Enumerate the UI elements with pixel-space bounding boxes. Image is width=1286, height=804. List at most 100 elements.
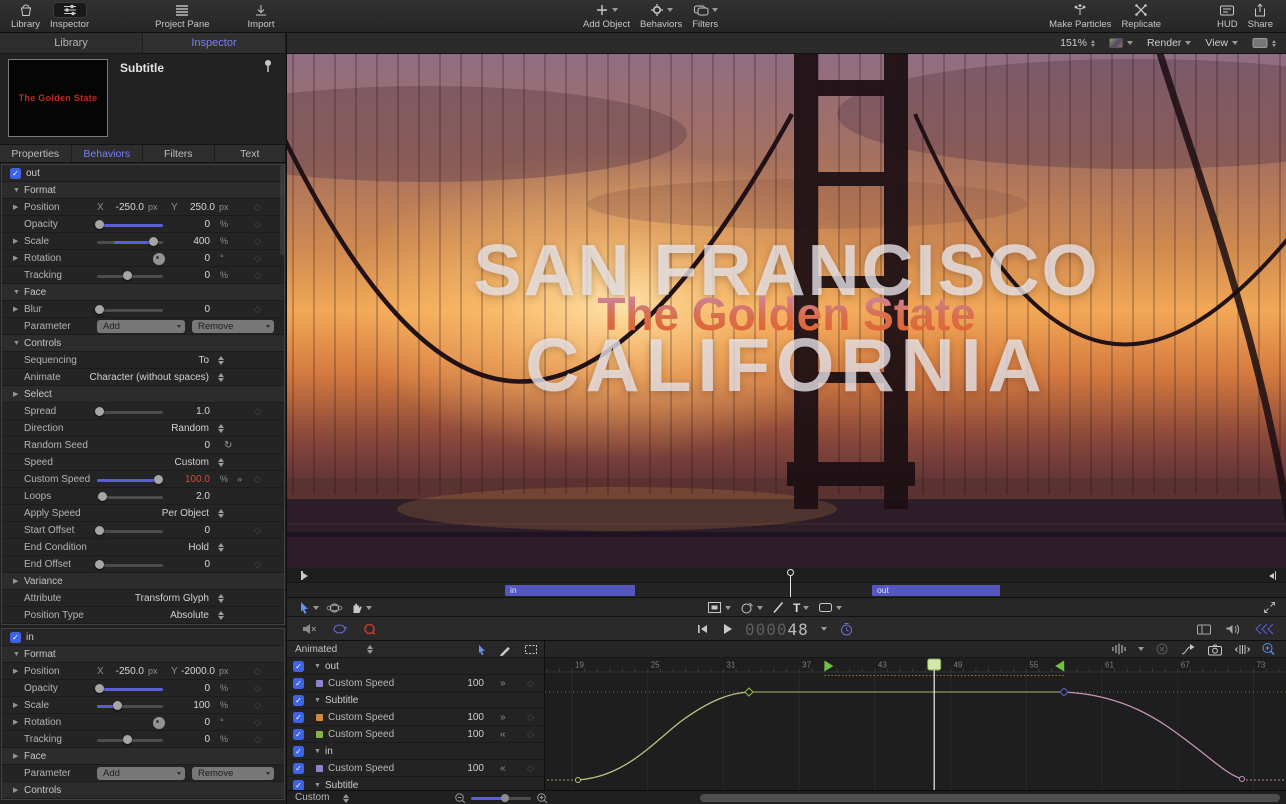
keyframe-diamond-icon[interactable]: ◇ (254, 471, 261, 488)
popup-value[interactable]: Random (171, 420, 209, 437)
pan-tool[interactable] (350, 601, 372, 614)
loop-playback-icon[interactable] (331, 622, 348, 636)
disclosure-triangle-icon[interactable]: ▶ (13, 714, 18, 731)
curve-value[interactable]: 100 (452, 726, 484, 743)
inspector-tab-behaviors[interactable]: Behaviors (72, 145, 144, 162)
behavior-bar-in[interactable]: in (505, 585, 635, 596)
show-audio-waveform-icon[interactable] (1111, 642, 1127, 656)
param-slider[interactable] (97, 705, 163, 708)
keyframe-diamond-icon[interactable]: ◇ (527, 675, 534, 692)
timeline-pane-icon[interactable] (1196, 623, 1212, 636)
keyframe-nav-icon[interactable]: « (500, 760, 506, 777)
slider-thumb[interactable] (98, 492, 107, 501)
disclosure-triangle-icon[interactable]: ▶ (13, 301, 18, 318)
mute-audio-icon[interactable] (301, 622, 317, 636)
disclosure-triangle-icon[interactable]: ▼ (13, 335, 20, 352)
disclosure-triangle-icon[interactable]: ▶ (13, 748, 18, 765)
camera-snapshot-icon[interactable] (1207, 643, 1223, 656)
rotation-dial[interactable] (153, 253, 165, 265)
curve-value[interactable]: 100 (452, 760, 484, 777)
disclosure-triangle-icon[interactable]: ▼ (13, 182, 20, 199)
canvas-viewport[interactable]: SAN FRANCISCO CALIFORNIA The Golden Stat… (287, 54, 1286, 568)
keyframe-curve-graph[interactable]: 19253137434955616773 (545, 658, 1286, 790)
frame-tool[interactable] (707, 601, 731, 614)
disclosure-triangle-icon[interactable]: ▼ (314, 743, 321, 760)
param-value[interactable]: 0 (204, 556, 210, 573)
curve-checkbox[interactable]: ✓ (293, 763, 304, 774)
view-menu[interactable]: View (1205, 37, 1238, 49)
y-value[interactable]: -2000.0 (173, 663, 215, 680)
keyframe-diamond-icon[interactable]: ◇ (254, 714, 261, 731)
curve-checkbox[interactable]: ✓ (293, 678, 304, 689)
keyframe-nav-icon[interactable]: « (500, 726, 506, 743)
record-animation-icon[interactable] (362, 622, 377, 636)
x-value[interactable]: -250.0 (102, 663, 144, 680)
behavior-checkbox[interactable]: ✓ (10, 168, 21, 179)
keyframe-diamond-icon[interactable]: ◇ (254, 403, 261, 420)
disclosure-triangle-icon[interactable]: ▶ (13, 697, 18, 714)
disclosure-triangle-icon[interactable]: ▶ (13, 782, 18, 799)
param-value[interactable]: 0 (204, 714, 210, 731)
keyframe-nav-icon[interactable]: » (500, 709, 506, 726)
playhead[interactable] (787, 569, 794, 598)
keyframe-diamond-icon[interactable]: ◇ (527, 760, 534, 777)
keyframe-diamond-icon[interactable]: ◇ (254, 233, 261, 250)
section-row-select[interactable]: ▶Select (2, 386, 284, 403)
pin-icon[interactable] (262, 59, 274, 73)
slider-thumb[interactable] (95, 526, 104, 535)
slider-thumb[interactable] (95, 305, 104, 314)
toolbar-button-filters[interactable]: Filters (687, 2, 723, 30)
transform-keyframes-icon[interactable] (1234, 643, 1250, 656)
param-value[interactable]: 0 (204, 301, 210, 318)
chevron-down-icon[interactable] (821, 627, 827, 634)
value-stepper-icon[interactable] (218, 509, 224, 518)
expand-icon[interactable] (1263, 601, 1276, 614)
toolbar-button-make-particles[interactable]: Make Particles (1044, 2, 1116, 30)
keyframe-pen-tool-icon[interactable] (499, 644, 512, 656)
zoom-level-control[interactable]: 151% (1060, 37, 1095, 49)
slider-thumb[interactable] (123, 735, 132, 744)
toolbar-button-add-object[interactable]: Add Object (578, 2, 635, 30)
keyframe-diamond-icon[interactable]: ◇ (254, 250, 261, 267)
play-icon[interactable] (721, 623, 733, 635)
section-row-variance[interactable]: ▶Variance (2, 573, 284, 590)
keyframe-diamond-icon[interactable]: ◇ (254, 556, 261, 573)
zoom-in-icon[interactable] (536, 792, 549, 804)
value-stepper-icon[interactable] (218, 594, 224, 603)
generate-seed-icon[interactable]: ↻ (224, 437, 232, 454)
current-frame-counter[interactable]: 000048 (745, 620, 809, 639)
value-stepper-icon[interactable] (218, 611, 224, 620)
y-value[interactable]: 250.0 (173, 199, 215, 216)
curve-snapshot-icon[interactable] (1180, 643, 1196, 656)
keyframe-diamond-icon[interactable]: ◇ (254, 731, 261, 748)
select-transform-tool[interactable] (299, 601, 319, 614)
keyframe-diamond-icon[interactable]: ◇ (254, 697, 261, 714)
value-stepper-icon[interactable] (218, 458, 224, 467)
keyframe-diamond-icon[interactable]: ◇ (254, 680, 261, 697)
slider-thumb[interactable] (123, 271, 132, 280)
curve-checkbox[interactable]: ✓ (293, 712, 304, 723)
param-value[interactable]: 400 (193, 233, 210, 250)
curve-checkbox[interactable]: ✓ (293, 661, 304, 672)
disclosure-triangle-icon[interactable]: ▼ (13, 646, 20, 663)
slider-thumb[interactable] (95, 560, 104, 569)
section-row-face[interactable]: ▼Face (2, 284, 284, 301)
keyframe-diamond-icon[interactable]: ◇ (527, 709, 534, 726)
disclosure-triangle-icon[interactable]: ▶ (13, 386, 18, 403)
keyframe-diamond-icon[interactable]: ◇ (254, 267, 261, 284)
section-row-face[interactable]: ▶Face (2, 748, 284, 765)
toolbar-button-inspector[interactable]: Inspector (45, 2, 94, 30)
curve-checkbox[interactable]: ✓ (293, 729, 304, 740)
toolbar-button-replicate[interactable]: Replicate (1116, 2, 1166, 30)
param-slider[interactable] (97, 309, 163, 312)
toolbar-button-share[interactable]: Share (1243, 2, 1278, 30)
remove-popup-button[interactable]: Remove (192, 320, 274, 333)
behavior-checkbox[interactable]: ✓ (10, 632, 21, 643)
curve-value[interactable]: 100 (452, 709, 484, 726)
curve-value[interactable]: 100 (452, 675, 484, 692)
zoom-out-icon[interactable] (454, 792, 467, 804)
panel-tab-library[interactable]: Library (0, 33, 143, 53)
inspector-tab-filters[interactable]: Filters (143, 145, 215, 162)
x-value[interactable]: -250.0 (102, 199, 144, 216)
curve-filter-select[interactable]: Animated (295, 641, 337, 658)
